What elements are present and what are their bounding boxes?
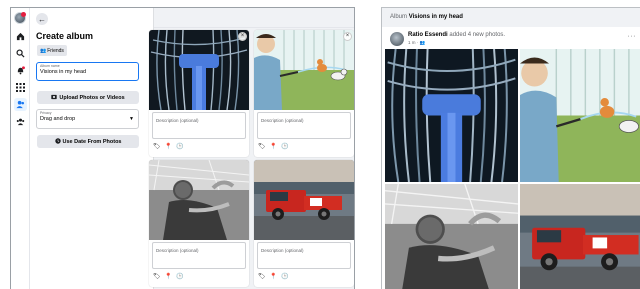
back-button[interactable]: ← [36, 13, 48, 25]
remove-photo-button[interactable]: × [343, 32, 352, 41]
notifications-icon[interactable] [14, 64, 27, 77]
page-title: Create album [36, 31, 94, 41]
location-icon[interactable]: 📍 [270, 273, 277, 280]
post-author-line: Ratio Essendi added 4 new photos. [408, 32, 505, 38]
nav-rail [11, 8, 30, 289]
album-header-prefix: Album [390, 14, 408, 20]
tag-icon[interactable]: 🏷 [153, 143, 161, 150]
red-racing-truck-photo[interactable] [520, 184, 640, 289]
use-date-button[interactable]: Use Date From Photos [37, 135, 139, 148]
screenshot-root: ← Create album 👥 Friends Album name Visi… [0, 0, 640, 289]
mop-head-photo[interactable] [385, 49, 518, 182]
photo-card: Description (optional) 🏷 📍 🕒 [254, 160, 354, 287]
arrow-left-icon: ← [38, 14, 46, 24]
time-icon[interactable]: 🕒 [281, 143, 288, 150]
description-input[interactable]: Description (optional) [257, 242, 351, 269]
friends-small-icon: 👥 [40, 47, 47, 54]
description-input[interactable]: Description (optional) [257, 112, 351, 139]
card-actions: 🏷 📍 🕒 [258, 143, 289, 150]
album-name-value: Visions in my head [40, 68, 87, 75]
card-actions: 🏷 📍 🕒 [153, 143, 184, 150]
photo-card: Description (optional) 🏷 📍 🕒 [149, 160, 249, 287]
post-action-text: added 4 new photos. [449, 32, 506, 38]
notification-dot [21, 12, 26, 17]
profile-avatar[interactable] [14, 12, 26, 24]
tag-icon[interactable]: 🏷 [258, 273, 266, 280]
location-icon[interactable]: 📍 [165, 143, 172, 150]
apps-icon[interactable] [14, 81, 27, 94]
author-name[interactable]: Ratio Essendi [408, 32, 448, 38]
album-header: Album Visions in my head [390, 14, 463, 20]
time-icon[interactable]: 🕒 [176, 143, 183, 150]
friends-icon[interactable] [14, 98, 27, 111]
album-editor-window: ← Create album 👥 Friends Album name Visi… [10, 7, 355, 289]
red-racing-truck-photo[interactable] [254, 160, 354, 240]
bw-man-relaxing-photo[interactable] [149, 160, 249, 240]
album-settings-panel: ← Create album 👥 Friends Album name Visi… [30, 8, 154, 289]
privacy-value: Drag and drop [40, 115, 76, 122]
card-actions: 🏷 📍 🕒 [258, 273, 289, 280]
album-preview-window: Album Visions in my head Ratio Essendi a… [381, 7, 640, 289]
caret-down-icon: ▼ [129, 116, 134, 122]
home-icon[interactable] [14, 30, 27, 43]
use-date-label: Use Date From Photos [62, 138, 122, 145]
photo-card: × Description (optional) 🏷 📍 🕒 [254, 30, 354, 157]
time-icon[interactable]: 🕒 [176, 273, 183, 280]
tag-icon[interactable]: 🏷 [153, 273, 161, 280]
upload-button[interactable]: Upload Photos or Videos [37, 91, 139, 104]
description-input[interactable]: Description (optional) [152, 112, 246, 139]
bw-man-relaxing-photo[interactable] [385, 184, 518, 289]
more-options-button[interactable]: ··· [628, 33, 637, 40]
album-header-title[interactable]: Visions in my head [409, 14, 463, 20]
clock-icon [54, 137, 61, 146]
album-name-field[interactable]: Album name Visions in my head [36, 62, 139, 81]
audience-label: Friends [47, 47, 64, 54]
search-icon[interactable] [14, 47, 27, 60]
remove-photo-button[interactable]: × [238, 32, 247, 41]
post-card: Ratio Essendi added 4 new photos. 1 m · … [382, 27, 640, 289]
location-icon[interactable]: 📍 [165, 273, 172, 280]
cartoon-man-hose-cat[interactable]: × [254, 30, 354, 110]
photo-card: × Description (optional) 🏷 📍 🕒 [149, 30, 249, 157]
card-actions: 🏷 📍 🕒 [153, 273, 184, 280]
mop-head-photo[interactable]: × [149, 30, 249, 110]
groups-icon[interactable] [14, 115, 27, 128]
upload-label: Upload Photos or Videos [59, 94, 125, 101]
time-icon[interactable]: 🕒 [281, 273, 288, 280]
description-input[interactable]: Description (optional) [152, 242, 246, 269]
editor-top-strip [154, 8, 354, 28]
location-icon[interactable]: 📍 [270, 143, 277, 150]
audience-button[interactable]: 👥 Friends [37, 45, 67, 56]
tag-icon[interactable]: 🏷 [258, 143, 266, 150]
cartoon-man-hose-cat[interactable] [520, 49, 640, 182]
privacy-select[interactable]: Privacy Drag and drop ▼ [36, 109, 139, 129]
post-meta: 1 m · 👥 [408, 40, 426, 45]
photo-upload-icon [51, 94, 58, 102]
author-avatar[interactable] [390, 32, 404, 46]
